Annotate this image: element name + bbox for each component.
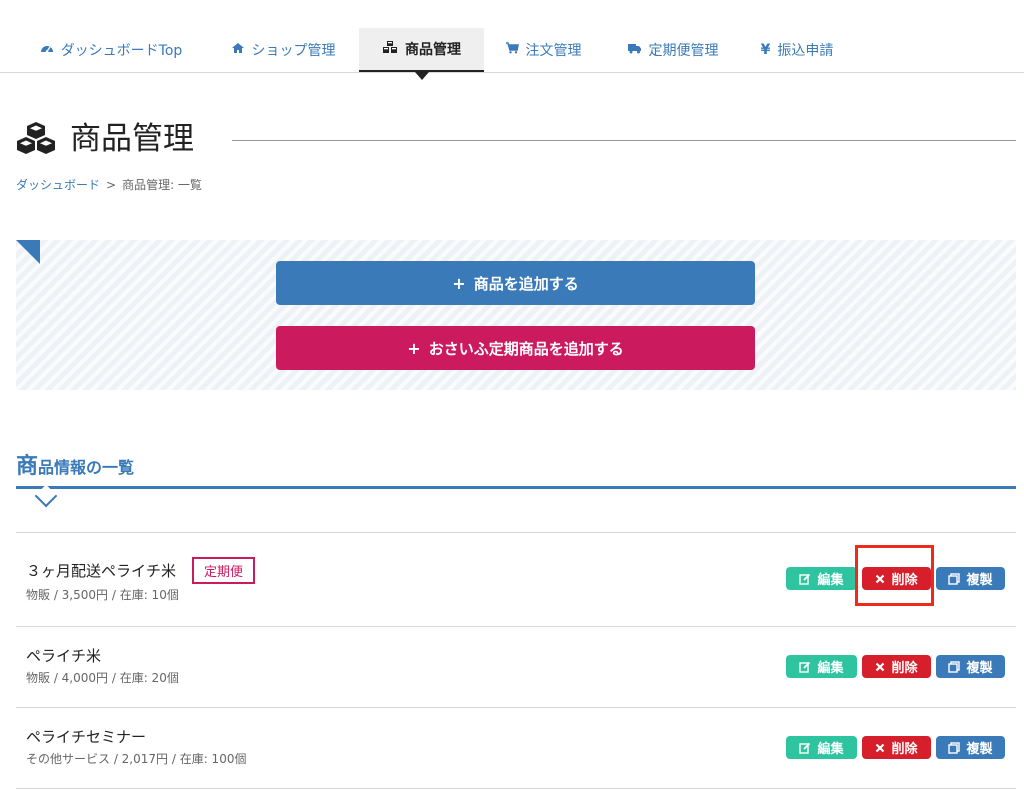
- edit-label: 編集: [817, 661, 844, 676]
- product-list: ３ヶ月配送ペライチ米 定期便 物販 / 3,500円 / 在庫: 10個 編集 削…: [16, 532, 1016, 789]
- copy-label: 複製: [966, 742, 993, 757]
- yen-icon: ¥: [760, 42, 771, 58]
- cubes-icon: [16, 120, 56, 160]
- top-nav: ダッシュボードTop ショップ管理 商品管理 注文管理 定期便管理 ¥ 振込申請: [0, 0, 1024, 73]
- add-subscription-product-button[interactable]: + おさいふ定期商品を追加する: [276, 326, 755, 370]
- tab-label: 注文管理: [525, 43, 582, 59]
- plus-icon: +: [407, 338, 421, 358]
- delete-button[interactable]: 削除: [862, 736, 931, 759]
- edit-icon: [799, 742, 811, 754]
- tab-label: 定期便管理: [648, 43, 719, 59]
- delete-button[interactable]: 削除: [862, 655, 931, 678]
- tab-transfer[interactable]: ¥ 振込申請: [742, 28, 852, 72]
- tab-subscriptions[interactable]: 定期便管理: [610, 28, 735, 72]
- copy-button[interactable]: 複製: [936, 736, 1005, 759]
- product-meta: 物販 / 4,000円 / 在庫: 20個: [26, 671, 179, 685]
- home-icon: [231, 42, 245, 58]
- product-row: ３ヶ月配送ペライチ米 定期便 物販 / 3,500円 / 在庫: 10個 編集 削…: [16, 532, 1016, 626]
- cart-icon: [505, 42, 519, 58]
- product-row: ペライチセミナー その他サービス / 2,017円 / 在庫: 100個 編集 …: [16, 707, 1016, 789]
- delete-label: 削除: [891, 742, 918, 757]
- copy-icon: [948, 660, 961, 673]
- tab-label: ショップ管理: [251, 43, 336, 59]
- breadcrumb: ダッシュボード > 商品管理: 一覧: [16, 176, 202, 193]
- add-product-label: 商品を追加する: [473, 274, 579, 293]
- product-meta: 物販 / 3,500円 / 在庫: 10個: [26, 588, 179, 602]
- edit-label: 編集: [817, 573, 844, 588]
- tab-label: 商品管理: [405, 42, 461, 58]
- copy-button[interactable]: 複製: [936, 655, 1005, 678]
- tab-dashboard[interactable]: ダッシュボードTop: [16, 28, 206, 72]
- product-row: ペライチ米 物販 / 4,000円 / 在庫: 20個 編集 削除 複製: [16, 626, 1016, 707]
- section-title-rest: 品情報の一覧: [38, 458, 135, 477]
- product-actions: 編集 削除 複製: [786, 655, 1005, 678]
- cubes-icon: [382, 40, 398, 58]
- copy-button[interactable]: 複製: [936, 567, 1005, 590]
- copy-icon: [948, 572, 961, 585]
- page-header: 商品管理: [16, 116, 1016, 162]
- tab-shop[interactable]: ショップ管理: [212, 28, 354, 72]
- edit-button[interactable]: 編集: [786, 736, 857, 759]
- product-name-text: ３ヶ月配送ペライチ米: [26, 562, 177, 580]
- delete-label: 削除: [891, 661, 918, 676]
- edit-icon: [799, 573, 811, 585]
- product-name: ペライチ米: [26, 647, 102, 665]
- page-title: 商品管理: [70, 121, 194, 157]
- copy-label: 複製: [966, 573, 993, 588]
- panel-corner-decoration: [16, 240, 40, 264]
- product-name: ペライチセミナー: [26, 728, 147, 746]
- section-title: 商品情報の一覧: [16, 448, 1016, 480]
- add-subscription-product-label: おさいふ定期商品を追加する: [428, 339, 624, 358]
- section-divider: [16, 486, 1016, 489]
- breadcrumb-link-dashboard[interactable]: ダッシュボード: [16, 178, 100, 192]
- close-icon: [875, 662, 885, 672]
- edit-label: 編集: [817, 742, 844, 757]
- section-title-first-char: 商: [16, 454, 39, 479]
- edit-icon: [799, 661, 811, 673]
- breadcrumb-separator: >: [106, 178, 117, 192]
- breadcrumb-current: 商品管理: 一覧: [122, 178, 202, 192]
- product-meta: その他サービス / 2,017円 / 在庫: 100個: [26, 752, 247, 766]
- product-name: ３ヶ月配送ペライチ米 定期便: [26, 557, 256, 584]
- tab-label: ダッシュボードTop: [60, 43, 183, 59]
- delete-button-highlight: [855, 545, 934, 606]
- subscription-badge: 定期便: [192, 557, 256, 584]
- truck-icon: [627, 42, 642, 58]
- add-product-button[interactable]: + 商品を追加する: [276, 261, 755, 305]
- title-divider: [232, 140, 1016, 141]
- dashboard-icon: [40, 42, 54, 58]
- copy-label: 複製: [966, 661, 993, 676]
- edit-button[interactable]: 編集: [786, 567, 857, 590]
- plus-icon: +: [452, 273, 466, 293]
- edit-button[interactable]: 編集: [786, 655, 857, 678]
- copy-icon: [948, 741, 961, 754]
- tab-orders[interactable]: 注文管理: [488, 28, 598, 72]
- product-list-section-header: 商品情報の一覧: [16, 448, 1016, 508]
- action-panel: + 商品を追加する + おさいふ定期商品を追加する: [16, 240, 1016, 390]
- product-actions: 編集 削除 複製: [786, 736, 1005, 759]
- tab-label: 振込申請: [777, 43, 834, 59]
- close-icon: [875, 743, 885, 753]
- tab-products[interactable]: 商品管理: [359, 28, 484, 72]
